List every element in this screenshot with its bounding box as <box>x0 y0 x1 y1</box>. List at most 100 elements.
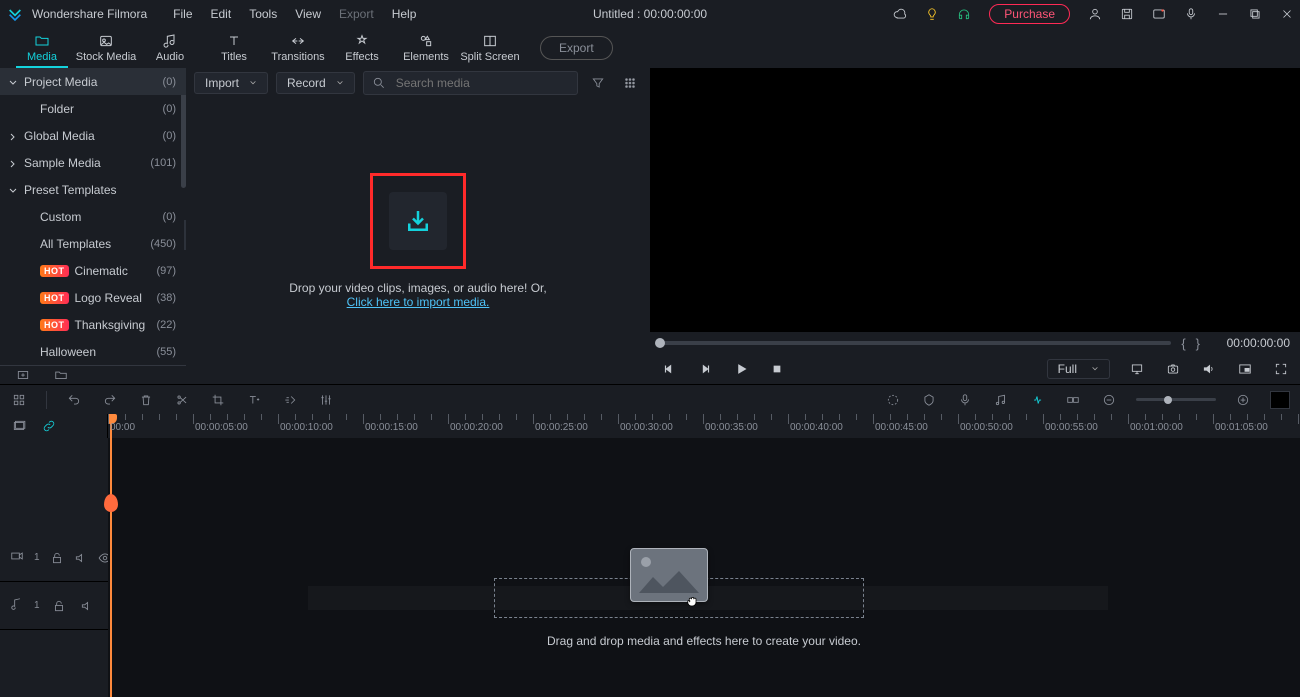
sidebar-item-halloween[interactable]: Halloween(55) <box>0 338 186 365</box>
export-button[interactable]: Export <box>540 36 613 60</box>
tab-split-screen[interactable]: Split Screen <box>458 28 522 68</box>
tab-transitions[interactable]: Transitions <box>266 28 330 68</box>
sidebar-item-sample-media[interactable]: Sample Media(101) <box>0 149 186 176</box>
cloud-icon[interactable] <box>893 7 907 21</box>
tab-media[interactable]: Media <box>10 28 74 68</box>
volume-icon[interactable] <box>1200 360 1218 378</box>
timeline-ruler[interactable]: 00:0000:00:05:0000:00:10:0000:00:15:0000… <box>108 414 1300 438</box>
import-link[interactable]: Click here to import media. <box>347 295 490 309</box>
timeline-playhead[interactable] <box>110 438 112 697</box>
sidebar-item-thanksgiving[interactable]: HOTThanksgiving(22) <box>0 311 186 338</box>
playhead-knob[interactable] <box>104 494 118 512</box>
video-lock-icon[interactable] <box>50 549 64 567</box>
voice-icon[interactable] <box>956 391 974 409</box>
media-drop-area[interactable]: Drop your video clips, images, or audio … <box>186 98 650 384</box>
ruler-minor-tick <box>431 414 432 438</box>
search-input[interactable] <box>394 75 569 91</box>
next-frame-button[interactable] <box>696 360 714 378</box>
sidebar-item-preset-templates[interactable]: Preset Templates <box>0 176 186 203</box>
snapshot-icon[interactable] <box>1164 360 1182 378</box>
zoom-thumb[interactable] <box>1164 396 1172 404</box>
import-icon[interactable] <box>389 192 447 250</box>
sidebar-item-all-templates[interactable]: All Templates(450) <box>0 230 186 257</box>
menu-help[interactable]: Help <box>392 7 417 21</box>
grid-view-icon[interactable] <box>618 71 642 95</box>
sidebar-item-global-media[interactable]: Global Media(0) <box>0 122 186 149</box>
zoom-in-button[interactable] <box>1234 391 1252 409</box>
undo-button[interactable] <box>65 391 83 409</box>
video-track-icon <box>10 549 24 566</box>
lightbulb-icon[interactable] <box>925 7 939 21</box>
audio-mute-icon[interactable] <box>78 597 96 615</box>
audio-mix-icon[interactable] <box>992 391 1010 409</box>
zoom-out-button[interactable] <box>1100 391 1118 409</box>
split-button[interactable] <box>173 391 191 409</box>
message-icon[interactable] <box>1152 7 1166 21</box>
tab-titles[interactable]: Titles <box>202 28 266 68</box>
track-body[interactable]: Drag and drop media and effects here to … <box>108 438 1300 697</box>
ruler-minor-tick <box>839 414 840 438</box>
tab-effects[interactable]: Effects <box>330 28 394 68</box>
quality-dropdown[interactable]: Full <box>1047 359 1110 379</box>
video-mute-icon[interactable] <box>74 549 88 567</box>
sidebar-item-folder[interactable]: Folder(0) <box>0 95 186 122</box>
adjust-button[interactable] <box>317 391 335 409</box>
display-settings-icon[interactable] <box>1128 360 1146 378</box>
account-icon[interactable] <box>1088 7 1102 21</box>
zoom-fit-button[interactable] <box>1270 391 1290 409</box>
sidebar-item-label: Custom <box>40 210 81 224</box>
speed-button[interactable] <box>281 391 299 409</box>
mic-download-icon[interactable] <box>1184 7 1198 21</box>
purchase-button[interactable]: Purchase <box>989 4 1070 24</box>
tab-audio[interactable]: Audio <box>138 28 202 68</box>
auto-ripple-icon[interactable] <box>1028 391 1046 409</box>
ruler-minor-tick <box>635 414 636 438</box>
new-folder-icon[interactable] <box>52 366 70 384</box>
minimize-button[interactable] <box>1216 7 1230 21</box>
sidebar-item-cinematic[interactable]: HOTCinematic(97) <box>0 257 186 284</box>
filter-icon[interactable] <box>586 71 610 95</box>
text-add-button[interactable] <box>245 391 263 409</box>
headset-icon[interactable] <box>957 7 971 21</box>
import-dropdown[interactable]: Import <box>194 72 268 94</box>
maximize-button[interactable] <box>1248 7 1262 21</box>
scrub-thumb[interactable] <box>655 338 665 348</box>
marker-icon[interactable] <box>920 391 938 409</box>
audio-lock-icon[interactable] <box>50 597 68 615</box>
stop-button[interactable] <box>768 360 786 378</box>
tab-stock-media[interactable]: Stock Media <box>74 28 138 68</box>
menu-tools[interactable]: Tools <box>249 7 277 21</box>
media-sidebar: Project Media(0)Folder(0)Global Media(0)… <box>0 68 186 384</box>
crop-button[interactable] <box>209 391 227 409</box>
link-icon[interactable] <box>40 417 58 435</box>
sidebar-item-logo-reveal[interactable]: HOTLogo Reveal(38) <box>0 284 186 311</box>
render-icon[interactable] <box>884 391 902 409</box>
sidebar-item-count: (55) <box>156 346 176 358</box>
menu-edit[interactable]: Edit <box>211 7 232 21</box>
ruler-minor-tick <box>822 414 823 438</box>
layout-icon[interactable] <box>10 391 28 409</box>
record-dropdown[interactable]: Record <box>276 72 355 94</box>
scrub-track[interactable] <box>660 341 1171 345</box>
delete-button[interactable] <box>137 391 155 409</box>
search-media[interactable] <box>363 71 578 95</box>
play-button[interactable] <box>732 360 750 378</box>
save-icon[interactable] <box>1120 7 1134 21</box>
mark-out-icon[interactable]: } <box>1196 336 1200 351</box>
keyframe-icon[interactable] <box>1064 391 1082 409</box>
close-button[interactable] <box>1280 7 1294 21</box>
pip-icon[interactable] <box>1236 360 1254 378</box>
tab-elements[interactable]: Elements <box>394 28 458 68</box>
redo-button[interactable] <box>101 391 119 409</box>
menu-view[interactable]: View <box>295 7 321 21</box>
new-folder-plus-icon[interactable] <box>14 366 32 384</box>
zoom-slider[interactable] <box>1136 398 1216 401</box>
sidebar-item-project-media[interactable]: Project Media(0) <box>0 68 186 95</box>
fullscreen-icon[interactable] <box>1272 360 1290 378</box>
mark-in-icon[interactable]: { <box>1181 336 1185 351</box>
tracks-menu-icon[interactable] <box>10 417 28 435</box>
menu-file[interactable]: File <box>173 7 192 21</box>
prev-frame-button[interactable] <box>660 360 678 378</box>
preview-scrub-bar: { } 00:00:00:00 <box>650 332 1300 354</box>
sidebar-item-custom[interactable]: Custom(0) <box>0 203 186 230</box>
